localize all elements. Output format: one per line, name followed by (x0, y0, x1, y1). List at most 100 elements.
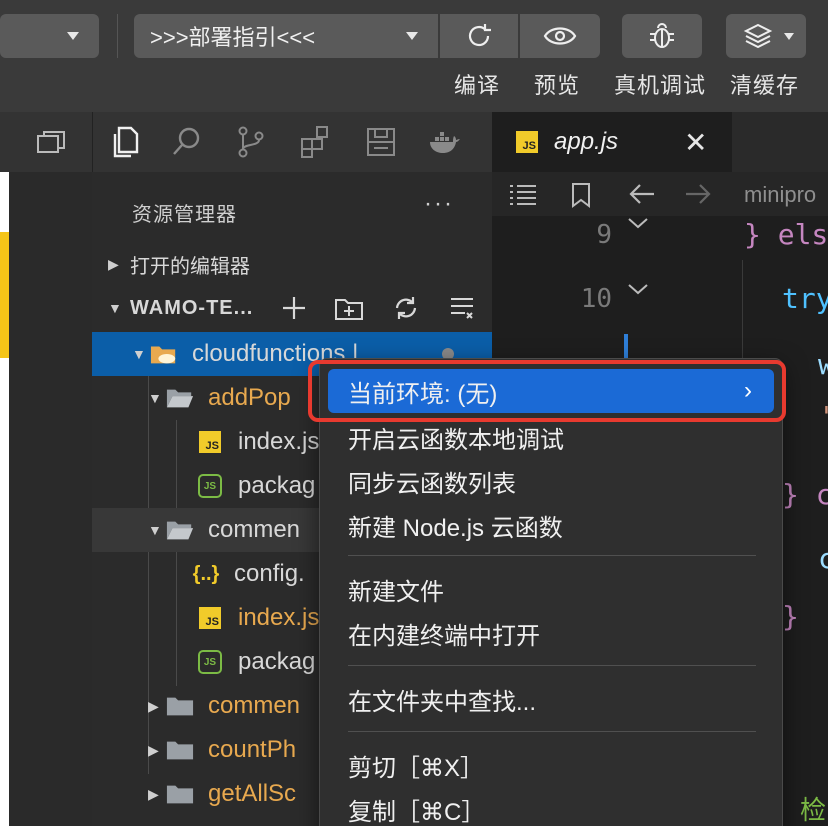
fold-chevron-icon[interactable] (626, 216, 650, 230)
new-file-icon[interactable] (280, 294, 308, 322)
bookmark-icon[interactable] (570, 182, 592, 208)
chevron-down-icon: ▼ (148, 390, 162, 406)
menu-item-label: 新建 Node.js 云函数 (348, 514, 563, 542)
annotation-highlight-box (308, 360, 786, 422)
menu-divider (348, 731, 756, 732)
folder-icon (166, 694, 194, 718)
code-line: ' (818, 400, 828, 433)
editor-breadcrumb-bar: minipro (492, 172, 828, 216)
tab-app-js[interactable]: JS app.js ✕ (492, 112, 732, 172)
refresh-icon[interactable] (392, 294, 420, 322)
compile-mode-select[interactable]: >>>部署指引<<< (134, 14, 438, 58)
code-line: } c (782, 478, 828, 511)
menu-item-label: 在文件夹中查找... (348, 688, 537, 716)
nodejs-icon: JS (196, 650, 224, 674)
layers-icon (743, 23, 773, 49)
docker-icon[interactable] (427, 124, 463, 160)
chevron-down-icon (406, 32, 418, 40)
chevron-down-icon: ▼ (148, 522, 162, 538)
menu-item-copy[interactable]: 复制［⌘C］ (320, 787, 782, 826)
editor-tab-bar: JS app.js ✕ (492, 112, 828, 172)
open-editors-section[interactable]: ▶ 打开的编辑器 (92, 244, 492, 284)
chevron-right-icon: ▶ (148, 697, 159, 714)
cloud-folder-icon (150, 342, 178, 366)
collapse-all-icon[interactable] (448, 294, 476, 322)
menu-item-cut[interactable]: 剪切［⌘X］ (320, 743, 782, 787)
preview-button[interactable] (520, 14, 600, 58)
new-folder-icon[interactable] (334, 294, 364, 322)
menu-divider (348, 665, 756, 666)
simulator-screen-lower (0, 358, 9, 826)
code-line: } els (744, 218, 828, 251)
folder-icon (166, 782, 194, 806)
compile-label[interactable]: 编译 (454, 68, 500, 100)
menu-item-find-in-folder[interactable]: 在文件夹中查找... (320, 677, 782, 721)
tree-item-label: config. (234, 560, 305, 587)
chevron-right-icon: ▶ (148, 741, 159, 758)
cloud-dev-icon[interactable] (363, 124, 399, 160)
menu-item-label: 开启云函数本地调试 (348, 426, 564, 454)
chevron-right-icon: ▶ (148, 785, 159, 802)
chevron-down-icon: ▼ (132, 346, 146, 362)
device-debug-label[interactable]: 真机调试 (614, 68, 706, 100)
code-line: c (818, 542, 828, 575)
chevron-down-icon (67, 32, 79, 40)
fold-chevron-icon[interactable] (626, 282, 650, 296)
clear-cache-button[interactable] (726, 14, 806, 58)
source-control-icon[interactable] (233, 124, 269, 160)
menu-item-sync-functions[interactable]: 同步云函数列表 (320, 459, 782, 503)
menu-item-open-in-terminal[interactable]: 在内建终端中打开 (320, 611, 782, 655)
js-file-icon: JS (196, 430, 224, 454)
menu-divider (348, 555, 756, 556)
top-toolbar: >>>部署指引<<< 编译 预览 真机调试 清缓存 (0, 0, 828, 112)
files-icon[interactable] (107, 124, 143, 160)
open-editors-label: 打开的编辑器 (130, 255, 250, 278)
explorer-title: 资源管理器 (132, 204, 237, 226)
menu-item-label: 在内建终端中打开 (348, 622, 540, 650)
chevron-right-icon: ▶ (108, 255, 119, 272)
eye-icon (543, 27, 577, 45)
preview-label[interactable]: 预览 (534, 68, 580, 100)
close-icon[interactable]: ✕ (684, 126, 707, 159)
breadcrumb[interactable]: minipro (744, 182, 816, 208)
code-fragment: 检 (800, 796, 827, 826)
extensions-icon[interactable] (297, 124, 333, 160)
tree-item-label: commen (208, 516, 301, 543)
search-icon[interactable] (169, 124, 205, 160)
menu-item-label: 复制［⌘C］ (348, 798, 486, 826)
menu-item-label: 同步云函数列表 (348, 470, 516, 498)
context-menu: 当前环境: (无) › 开启云函数本地调试 同步云函数列表 新建 Node.js… (319, 358, 783, 826)
compile-mode-value: >>>部署指引<<< (150, 25, 316, 50)
project-name: WAMO-TE... (130, 296, 254, 319)
project-select[interactable] (0, 14, 99, 58)
chevron-down-icon (784, 33, 794, 40)
js-file-icon: JS (516, 131, 538, 153)
folder-icon (166, 738, 194, 762)
window-icon[interactable] (36, 130, 66, 156)
bug-icon (650, 23, 674, 48)
clear-cache-label[interactable]: 清缓存 (730, 68, 799, 100)
nodejs-icon: JS (196, 474, 224, 498)
line-number: 10 (580, 284, 612, 314)
tree-item-label: index.js (238, 604, 320, 631)
menu-item-label: 新建文件 (348, 578, 444, 606)
list-icon[interactable] (508, 182, 538, 206)
js-file-icon: JS (196, 606, 224, 630)
tree-item-label: index.js (238, 428, 320, 455)
activity-bar (92, 112, 492, 172)
folder-open-icon (166, 386, 194, 410)
tab-title: app.js (554, 128, 619, 155)
line-number: 9 (596, 220, 612, 250)
menu-item-new-file[interactable]: 新建文件 (320, 567, 782, 611)
simulator-screen (0, 172, 9, 232)
menu-item-new-nodejs-function[interactable]: 新建 Node.js 云函数 (320, 503, 782, 547)
device-debug-button[interactable] (622, 14, 702, 58)
compile-button[interactable] (440, 14, 518, 58)
tree-item-label: packag (238, 648, 316, 675)
folder-open-icon (166, 518, 194, 542)
forward-arrow-icon[interactable] (684, 182, 712, 206)
more-icon[interactable]: ··· (424, 190, 454, 218)
back-arrow-icon[interactable] (628, 182, 656, 206)
simulator-toolbar (0, 112, 92, 172)
menu-item-label: 剪切［⌘X］ (348, 754, 485, 782)
